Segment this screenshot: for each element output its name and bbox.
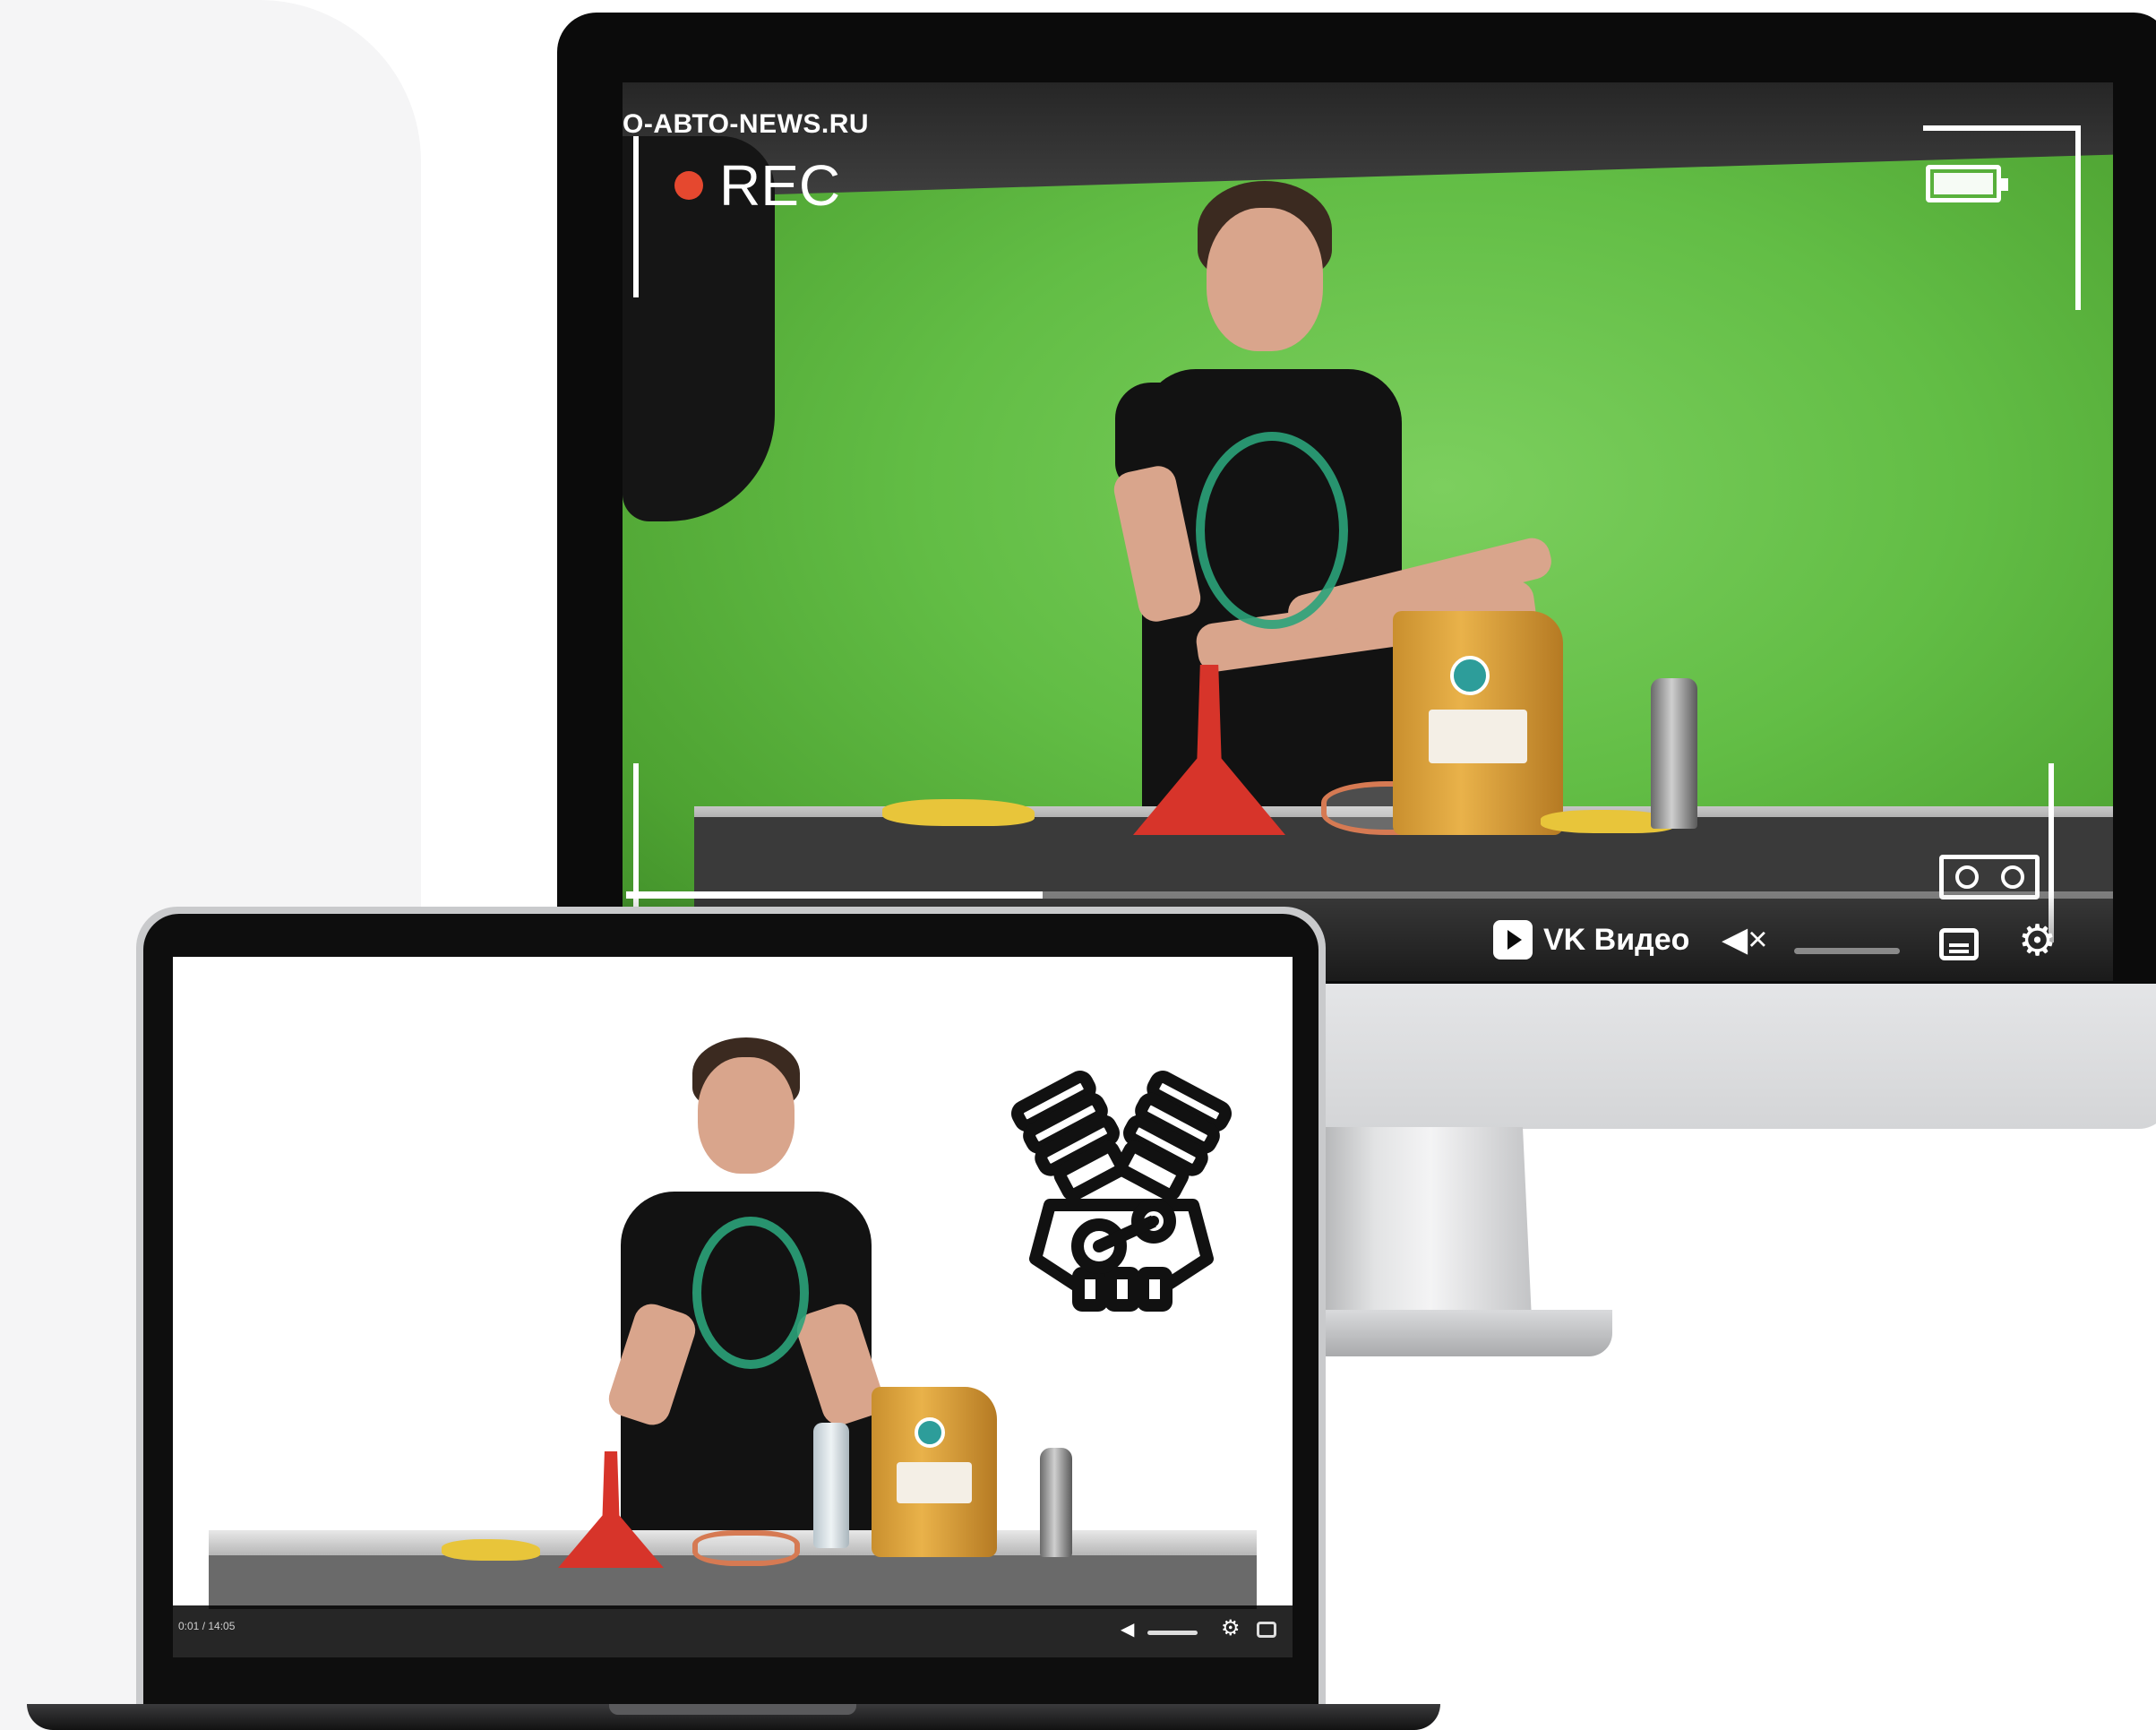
engine-icon <box>1011 1071 1232 1312</box>
time-readout: 0:01 / 14:05 <box>178 1620 236 1632</box>
spray-can <box>1040 1448 1072 1557</box>
oil-canister <box>872 1387 997 1557</box>
viewfinder-corner-top-right <box>1923 125 2081 310</box>
spray-can <box>1651 678 1697 829</box>
safety-goggles <box>692 1530 800 1566</box>
viewfinder-corner-top-left <box>633 136 648 297</box>
vk-video-brand[interactable]: VK Видео <box>1493 920 1689 960</box>
presenter-white-studio <box>585 1037 907 1550</box>
gear-icon[interactable]: ⚙ <box>2018 916 2057 966</box>
laptop-notch <box>609 1704 856 1715</box>
progress-fill[interactable] <box>626 891 1043 899</box>
volume-slider[interactable] <box>1794 948 1900 954</box>
volume-icon[interactable]: ◀ <box>1121 1618 1134 1640</box>
gear-icon[interactable]: ⚙ <box>1221 1615 1241 1641</box>
monitor-stand-neck <box>1308 1127 1532 1320</box>
rec-label: REC <box>719 153 841 218</box>
shirt-dragon-print <box>1196 432 1348 629</box>
mute-icon[interactable]: ◀× <box>1722 919 1767 960</box>
yellow-gloves <box>882 799 1035 826</box>
rec-dot-icon <box>674 171 703 200</box>
vk-video-label: VK Видео <box>1543 922 1690 957</box>
rec-indicator: REC <box>674 152 840 219</box>
subtitles-icon[interactable] <box>1939 928 1979 960</box>
vk-play-icon <box>1493 920 1533 960</box>
oil-canister <box>1393 611 1563 835</box>
plastic-bottle <box>813 1423 849 1548</box>
desktop-video-player[interactable]: О-АВТО-NEWS.RU REC VK Видео ◀× ⚙ <box>623 82 2113 981</box>
site-watermark: О-АВТО-NEWS.RU <box>623 109 870 139</box>
volume-slider[interactable] <box>1147 1631 1198 1635</box>
yellow-gloves <box>442 1539 540 1561</box>
subtitles-icon[interactable] <box>1257 1622 1276 1638</box>
shirt-dragon-print <box>692 1217 809 1369</box>
